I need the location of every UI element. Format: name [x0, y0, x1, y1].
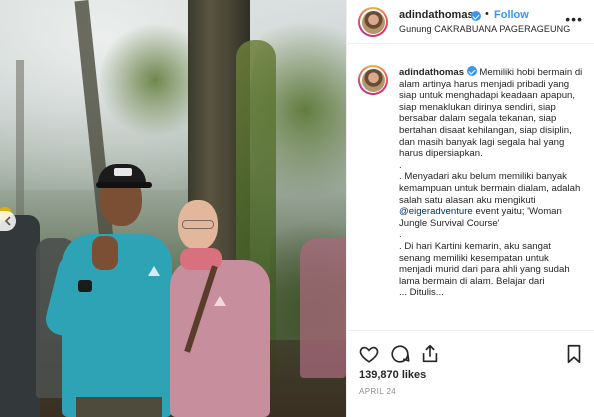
chevron-left-icon — [4, 216, 12, 226]
post-date[interactable]: APRIL 24 — [359, 387, 396, 396]
pants — [76, 397, 162, 417]
username-link[interactable]: adindathomas — [399, 9, 474, 21]
post-sidebar: adindathomas • Follow Gunung CAKRABUANA … — [346, 0, 594, 417]
bookmark-icon[interactable] — [563, 343, 585, 365]
woman-smiling — [168, 196, 272, 417]
likes-count[interactable]: 139,870 likes — [359, 369, 426, 381]
more-options-icon[interactable]: ••• — [565, 12, 583, 26]
post-header: adindathomas • Follow Gunung CAKRABUANA … — [347, 0, 594, 44]
heart-outline-icon[interactable] — [358, 343, 380, 365]
pink-shirt — [170, 260, 270, 417]
share-upload-icon[interactable] — [419, 343, 441, 365]
verified-badge-icon — [471, 11, 481, 21]
caption-text: ... Ditulis... — [399, 287, 444, 299]
cap-badge — [114, 168, 132, 176]
foliage — [250, 0, 346, 220]
avatar[interactable] — [358, 7, 388, 37]
glasses — [182, 220, 214, 229]
caption-separator: . — [399, 159, 402, 171]
caption: adindathomas Memiliki hobi bermain di al… — [399, 66, 585, 299]
caption-text: . Di hari Kartini kemarin, aku sangat se… — [399, 240, 570, 287]
follow-button[interactable]: Follow — [494, 9, 529, 21]
speech-bubble-icon[interactable] — [389, 343, 411, 365]
verified-badge-icon — [466, 66, 477, 76]
action-bar: 139,870 likes APRIL 24 — [347, 330, 594, 417]
caption-text: . Menyadari aku belum memiliki banyak ke… — [399, 171, 581, 206]
caption-separator: . — [399, 229, 402, 241]
caption-username[interactable]: adindathomas — [399, 67, 464, 78]
hiker-background — [300, 238, 346, 378]
cap-brim — [96, 182, 152, 188]
location-link[interactable]: Gunung CAKRABUANA PAGERAGEUNG — [399, 24, 570, 34]
mention-link[interactable]: @eigeradventure — [399, 206, 473, 217]
wristwatch — [78, 280, 92, 292]
caption-text: Memiliki hobi bermain di alam artinya ha… — [399, 67, 583, 160]
post-photo[interactable] — [0, 0, 346, 417]
separator-dot: • — [485, 8, 489, 20]
comments-area[interactable]: adindathomas Memiliki hobi bermain di al… — [347, 58, 594, 330]
man-giving-thumbs-up — [42, 162, 176, 417]
thumbs-up-hand — [92, 236, 118, 270]
avatar[interactable] — [358, 65, 388, 95]
hiker-background — [0, 207, 40, 417]
